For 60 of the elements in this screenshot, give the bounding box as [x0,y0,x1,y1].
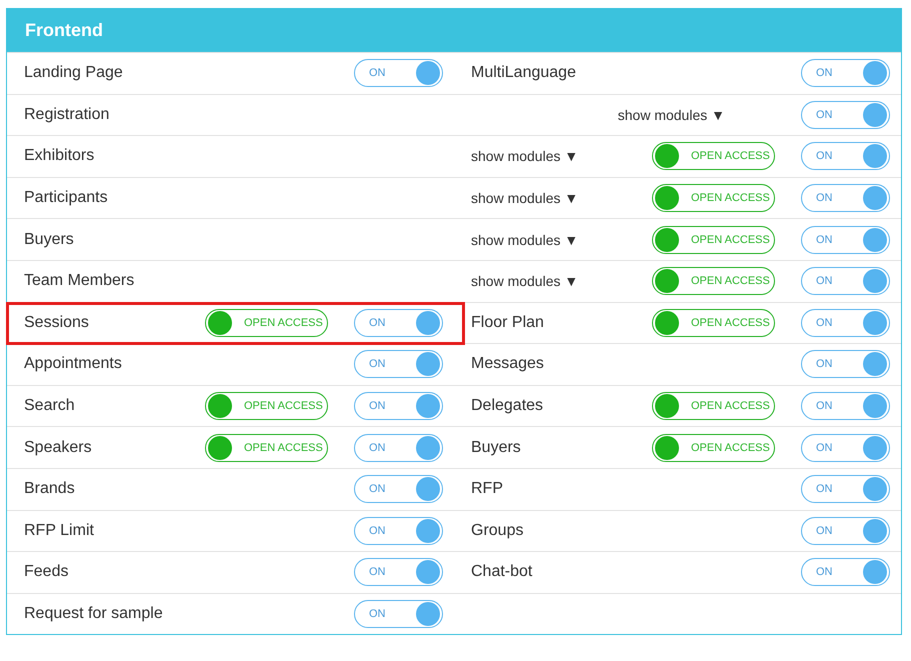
module-label: Sessions [24,314,89,332]
show-modules-dropdown[interactable]: show modules ▼ [471,273,578,290]
on-toggle[interactable]: ON [801,142,890,170]
on-toggle[interactable]: ON [801,475,890,504]
module-label: Request for sample [24,605,163,624]
show-modules-dropdown[interactable]: show modules ▼ [618,106,725,123]
module-label: Landing Page [24,64,123,82]
open-access-toggle[interactable]: OPEN ACCESS [205,434,328,462]
module-label: Groups [471,522,524,540]
open-access-toggle[interactable]: OPEN ACCESS [652,308,775,337]
open-access-toggle[interactable]: OPEN ACCESS [652,142,775,170]
show-modules-dropdown[interactable]: show modules ▼ [471,232,578,248]
open-access-toggle[interactable]: OPEN ACCESS [652,267,775,296]
on-toggle[interactable]: ON [801,308,890,337]
on-toggle[interactable]: ON [801,350,890,378]
on-toggle[interactable]: ON [801,516,890,545]
module-label: Messages [471,355,544,374]
on-toggle[interactable]: ON [354,600,443,628]
open-access-toggle[interactable]: OPEN ACCESS [652,226,775,254]
module-label: Team Members [24,272,134,290]
open-access-toggle[interactable]: OPEN ACCESS [652,392,775,420]
module-label: Delegates [471,397,544,416]
module-label: RFP Limit [24,522,94,540]
module-label: MultiLanguage [471,64,576,82]
module-label: Participants [24,189,108,208]
module-label: Brands [24,480,75,498]
module-label: Chat-bot [471,563,532,582]
on-toggle[interactable]: ON [354,434,443,462]
show-modules-dropdown[interactable]: show modules ▼ [471,190,578,206]
module-label: Buyers [24,230,74,249]
on-toggle[interactable]: ON [354,59,443,88]
open-access-toggle[interactable]: OPEN ACCESS [205,392,328,420]
on-toggle[interactable]: ON [801,392,890,420]
on-toggle[interactable]: ON [801,184,890,212]
show-modules-dropdown[interactable]: show modules ▼ [471,148,578,164]
module-label: Speakers [24,438,92,457]
on-toggle[interactable]: ON [354,558,443,586]
module-label: Exhibitors [24,147,94,166]
on-toggle[interactable]: ON [801,558,890,586]
on-toggle[interactable]: ON [801,267,890,296]
open-access-toggle[interactable]: OPEN ACCESS [205,308,328,337]
module-label: Registration [24,106,110,124]
on-toggle[interactable]: ON [801,59,890,88]
module-label: Floor Plan [471,314,544,332]
module-label: Search [24,397,75,416]
on-toggle[interactable]: ON [354,516,443,545]
on-toggle[interactable]: ON [801,226,890,254]
module-label: RFP [471,480,503,498]
on-toggle[interactable]: ON [354,475,443,504]
open-access-toggle[interactable]: OPEN ACCESS [652,434,775,462]
on-toggle[interactable]: ON [354,392,443,420]
module-label: Appointments [24,355,122,374]
panel-title: Frontend [25,20,103,40]
on-toggle[interactable]: ON [801,100,890,129]
on-toggle[interactable]: ON [354,350,443,378]
module-label: Buyers [471,438,521,457]
open-access-toggle[interactable]: OPEN ACCESS [652,184,775,212]
module-label: Feeds [24,563,68,582]
on-toggle[interactable]: ON [801,434,890,462]
on-toggle[interactable]: ON [354,308,443,337]
